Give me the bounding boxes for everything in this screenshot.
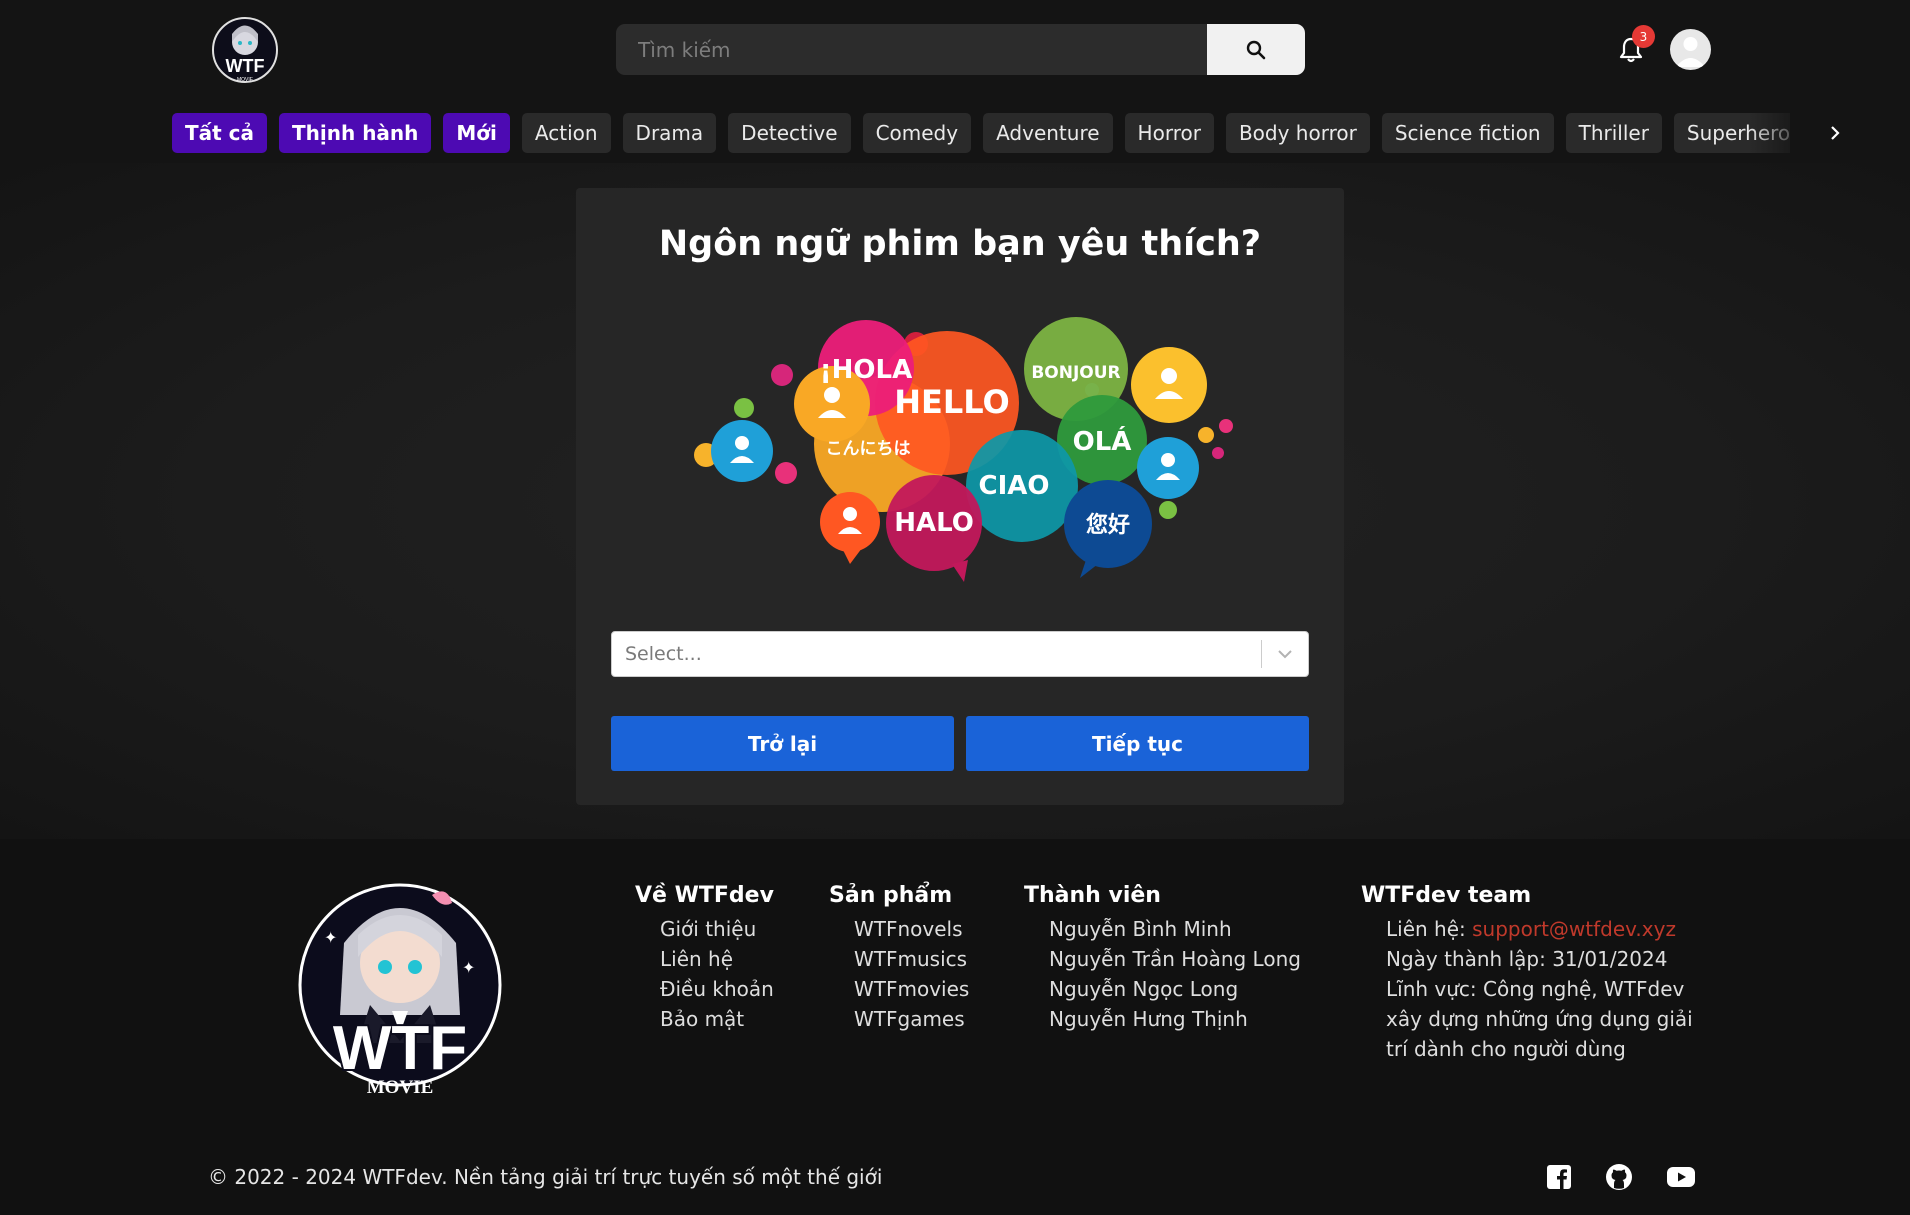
- footer-member: Nguyễn Trần Hoàng Long: [1049, 947, 1301, 971]
- github-link[interactable]: [1605, 1163, 1633, 1191]
- genre-fade-overlay: [1748, 110, 1808, 156]
- footer-contact-line: Liên hệ: support@wtfdev.xyz: [1386, 914, 1716, 944]
- genre-chip[interactable]: Horror: [1124, 113, 1214, 153]
- genre-chip[interactable]: Drama: [622, 113, 717, 153]
- footer-col-title: Về WTFdev: [635, 883, 774, 908]
- sparkle-icon: ✦: [462, 958, 475, 977]
- footer-logo-subtext: MOVIE: [367, 1077, 434, 1098]
- facebook-icon: [1547, 1165, 1571, 1189]
- genre-chip[interactable]: Science fiction: [1381, 113, 1554, 153]
- youtube-link[interactable]: [1667, 1163, 1695, 1191]
- footer-link-wtfnovels[interactable]: WTFnovels: [854, 914, 969, 944]
- footer-col-title: WTFdev team: [1361, 883, 1532, 908]
- languages-speech-bubbles-illustration: ¡HOLA HELLO BONJOUR こんにちは OLÁ CIAO HALO …: [694, 317, 1233, 582]
- footer-col-about: Về WTFdev Giới thiệu Liên hệ Điều khoản …: [635, 883, 774, 1034]
- svg-text:WTF: WTF: [226, 56, 265, 76]
- footer-link-wtfgames[interactable]: WTFgames: [854, 1004, 969, 1034]
- bubble-ciao: CIAO: [979, 471, 1050, 501]
- footer-link-contact[interactable]: Liên hệ: [660, 944, 774, 974]
- genre-chip[interactable]: Thriller: [1565, 113, 1662, 153]
- site-logo[interactable]: WTF MOVIE: [207, 12, 283, 88]
- language-select[interactable]: Select...: [611, 631, 1309, 677]
- github-icon: [1606, 1164, 1632, 1190]
- genre-chip[interactable]: Mới: [443, 113, 510, 153]
- bubble-ola: OLÁ: [1073, 425, 1132, 457]
- bubble-hello: HELLO: [894, 383, 1009, 421]
- footer-link-terms[interactable]: Điều khoản: [660, 974, 774, 1004]
- genre-chip[interactable]: Action: [521, 113, 611, 153]
- chevron-right-icon: [1831, 126, 1840, 140]
- footer-col-team: WTFdev team Liên hệ: support@wtfdev.xyz …: [1361, 883, 1716, 1064]
- footer-link-wtfmusics[interactable]: WTFmusics: [854, 944, 969, 974]
- footer-col-members: Thành viên Nguyễn Bình Minh Nguyễn Trần …: [1024, 883, 1301, 1034]
- copyright-text: © 2022 - 2024 WTFdev. Nền tảng giải trí …: [208, 1165, 883, 1189]
- footer-col-title: Thành viên: [1024, 883, 1161, 908]
- genre-chip[interactable]: Tất cả: [172, 113, 268, 153]
- select-placeholder: Select...: [625, 643, 702, 665]
- chevron-down-icon: [1278, 650, 1292, 659]
- genre-next-button[interactable]: [1823, 121, 1847, 145]
- footer-col-products: Sản phẩm WTFnovels WTFmusics WTFmovies W…: [829, 883, 969, 1034]
- genre-filter-bar: Tất cả Thịnh hành Mới Action Drama Detective C…: [172, 113, 1790, 153]
- top-header: WTF MOVIE 3 Tất cả Thịnh hành Mới Action Dra…: [0, 0, 1910, 163]
- select-dropdown-toggle[interactable]: [1262, 649, 1308, 659]
- footer-member: Nguyễn Bình Minh: [1049, 917, 1232, 941]
- bubble-konnichiwa: こんにちは: [826, 439, 911, 459]
- genre-chip[interactable]: Thịnh hành: [279, 113, 432, 153]
- sparkle-icon: ✦: [324, 928, 337, 947]
- search-button[interactable]: [1207, 24, 1305, 75]
- language-picker-card: Ngôn ngữ phim bạn yêu thích? ¡HOLA HELLO…: [576, 188, 1344, 805]
- footer-member: Nguyễn Hưng Thịnh: [1049, 1007, 1248, 1031]
- footer-field: Lĩnh vực: Công nghệ, WTFdev xây dựng nhữ…: [1386, 977, 1693, 1061]
- contact-label: Liên hệ:: [1386, 917, 1473, 941]
- continue-button[interactable]: Tiếp tục: [966, 716, 1309, 771]
- footer-link-wtfmovies[interactable]: WTFmovies: [854, 974, 969, 1004]
- footer-link-intro[interactable]: Giới thiệu: [660, 914, 774, 944]
- bubble-bonjour: BONJOUR: [1031, 363, 1120, 383]
- bubble-hola: ¡HOLA: [820, 355, 912, 385]
- user-avatar[interactable]: [1670, 29, 1711, 70]
- bubble-halo: HALO: [894, 508, 974, 538]
- card-title: Ngôn ngữ phim bạn yêu thích?: [658, 224, 1262, 264]
- search-bar: [616, 24, 1305, 75]
- svg-text:MOVIE: MOVIE: [237, 77, 254, 83]
- footer-link-privacy[interactable]: Bảo mật: [660, 1004, 774, 1034]
- footer-founded: Ngày thành lập: 31/01/2024: [1386, 947, 1668, 971]
- footer: ✦ ✦ WTF MOVIE Về WTFdev Giới thiệu Liên …: [0, 839, 1910, 1215]
- genre-chip[interactable]: Adventure: [983, 113, 1113, 153]
- search-input[interactable]: [616, 24, 1207, 75]
- back-button[interactable]: Trở lại: [611, 716, 954, 771]
- notification-count-badge: 3: [1632, 25, 1655, 48]
- facebook-link[interactable]: [1545, 1163, 1573, 1191]
- genre-chip[interactable]: Body horror: [1225, 113, 1370, 153]
- footer-logo-text: WTF: [333, 1014, 467, 1083]
- search-icon: [1246, 40, 1266, 59]
- footer-member: Nguyễn Ngọc Long: [1049, 977, 1239, 1001]
- youtube-icon: [1667, 1167, 1695, 1187]
- genre-chip[interactable]: Comedy: [862, 113, 972, 153]
- genre-chip[interactable]: Detective: [728, 113, 851, 153]
- bubble-nihao: 您好: [1086, 512, 1130, 538]
- contact-email-link[interactable]: support@wtfdev.xyz: [1472, 917, 1676, 941]
- footer-col-title: Sản phẩm: [829, 883, 953, 908]
- footer-logo[interactable]: ✦ ✦ WTF MOVIE: [282, 865, 507, 1105]
- avatar-person-icon: [1676, 37, 1705, 67]
